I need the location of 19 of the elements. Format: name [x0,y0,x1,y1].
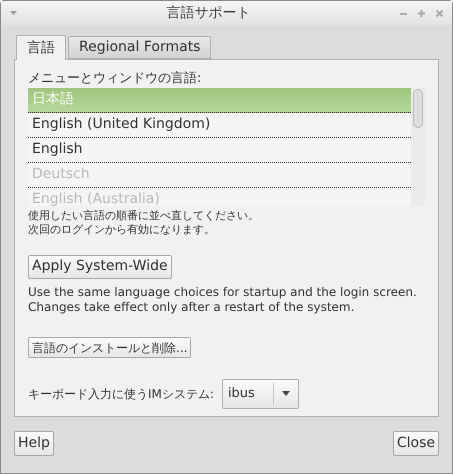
note-text: Use the same language choices for startup and the login screen. [28,284,418,300]
window-title: 言語サポート [166,4,250,22]
tab[interactable]: Regional Formats [68,36,212,59]
help-button[interactable]: Help [14,431,54,456]
list-label: メニューとウィンドウの言語: [28,70,202,88]
scrollbar[interactable] [411,88,425,206]
note-text: Changes take effect only after a restart of the system. [28,300,356,314]
maximize-icon[interactable] [417,8,426,18]
close-icon[interactable] [435,8,444,18]
apply-button[interactable]: Apply System-Wide [28,254,172,278]
close-button[interactable]: Close [392,431,439,456]
tab[interactable]: 言語 [16,35,66,60]
hint-text: 使用したい言語の順番に並べ直してください。 [28,209,260,223]
dropdown-arrow-icon [282,391,290,396]
im-dropdown[interactable]: ibus [222,378,299,408]
hint-text: 次回のログインから有効になります。 [28,223,216,237]
im-label: キーボード入力に使うIMシステム: [28,386,214,402]
menu-icon[interactable] [9,10,18,16]
install-button[interactable]: 言語のインストールと削除... [28,337,192,358]
